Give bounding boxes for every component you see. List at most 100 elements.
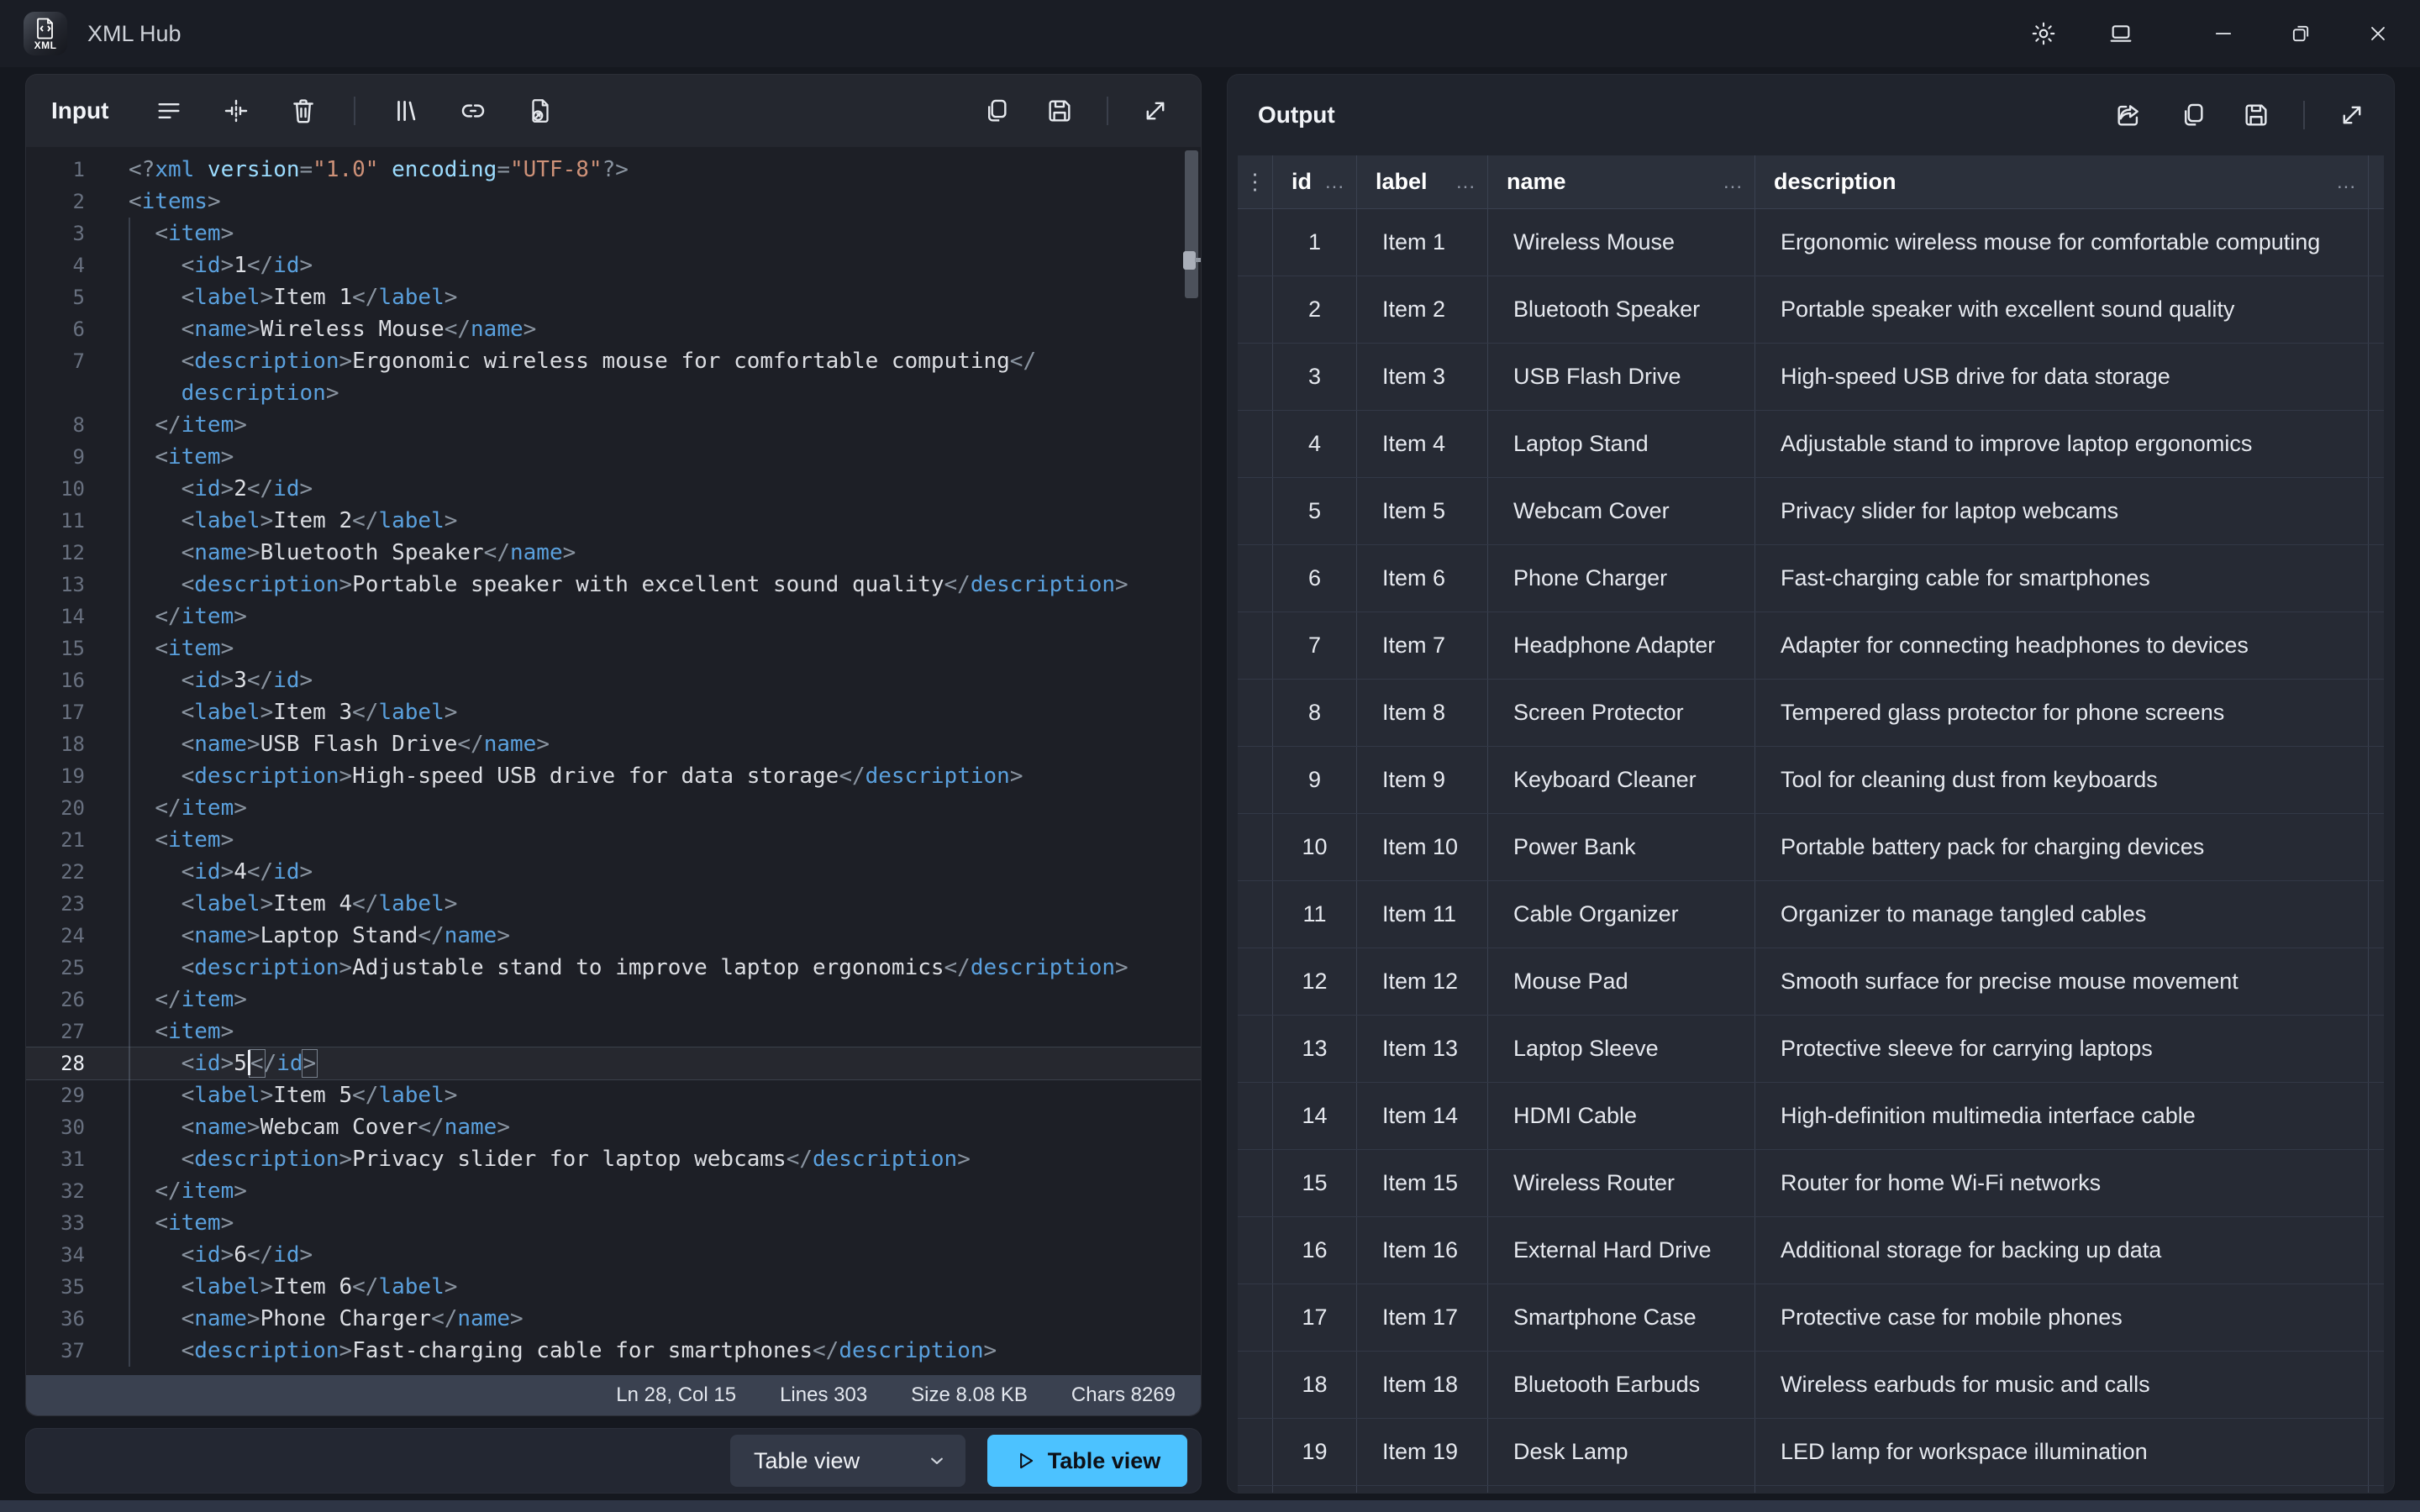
display-mode-button[interactable] — [2099, 12, 2143, 55]
editor-line[interactable]: 27 <item> — [26, 1016, 1201, 1047]
editor-line[interactable]: 32 </item> — [26, 1175, 1201, 1207]
link-button[interactable] — [456, 94, 490, 128]
line-number: 18 — [26, 728, 85, 760]
file-export-button[interactable] — [523, 94, 557, 128]
editor-line[interactable]: 18 <name>USB Flash Drive</name> — [26, 728, 1201, 760]
editor-line[interactable]: 24 <name>Laptop Stand</name> — [26, 920, 1201, 952]
editor-line[interactable]: 25 <description>Adjustable stand to impr… — [26, 952, 1201, 984]
editor-line[interactable]: 19 <description>High-speed USB drive for… — [26, 760, 1201, 792]
line-count: Lines 303 — [780, 1383, 867, 1407]
line-number: 36 — [26, 1303, 85, 1335]
editor-line[interactable]: 23 <label>Item 4</label> — [26, 888, 1201, 920]
table-scroll-gutter — [2369, 344, 2384, 410]
editor-line[interactable]: 13 <description>Portable speaker with ex… — [26, 569, 1201, 601]
cell-description: Protective sleeve for carrying laptops — [1755, 1016, 2369, 1082]
cell-label: Item 16 — [1357, 1217, 1488, 1284]
column-header-name: name... — [1488, 155, 1755, 208]
line-number: 24 — [26, 920, 85, 952]
xml-editor[interactable]: 1<?xml version="1.0" encoding="UTF-8"?>2… — [26, 147, 1201, 1375]
run-table-view-button[interactable]: Table view — [987, 1435, 1187, 1487]
editor-line[interactable]: 35 <label>Item 6</label> — [26, 1271, 1201, 1303]
editor-line[interactable]: 11 <label>Item 2</label> — [26, 505, 1201, 537]
restore-button[interactable] — [2279, 12, 2323, 55]
columns-button[interactable] — [389, 94, 423, 128]
cell-id: 15 — [1273, 1150, 1357, 1216]
save-icon — [2242, 101, 2270, 129]
column-menu-icon[interactable]: ... — [1325, 171, 1344, 194]
column-label: name — [1507, 169, 1566, 195]
columns-icon — [392, 97, 420, 125]
editor-line[interactable]: 28 <id>5</id> — [26, 1047, 1201, 1079]
editor-line[interactable]: 9 <item> — [26, 441, 1201, 473]
editor-line[interactable]: 10 <id>2</id> — [26, 473, 1201, 505]
share-icon — [2114, 101, 2143, 129]
copy-icon — [981, 97, 1010, 125]
editor-line[interactable]: 3 <item> — [26, 218, 1201, 249]
editor-line[interactable]: 2<items> — [26, 186, 1201, 218]
editor-line[interactable]: 37 <description>Fast-charging cable for … — [26, 1335, 1201, 1367]
cell-id: 12 — [1273, 948, 1357, 1015]
editor-line[interactable]: 5 <label>Item 1</label> — [26, 281, 1201, 313]
editor-line[interactable]: 14 </item> — [26, 601, 1201, 633]
editor-line[interactable]: 12 <name>Bluetooth Speaker</name> — [26, 537, 1201, 569]
scrollbar-thumb[interactable] — [1185, 150, 1198, 298]
table-scroll-gutter — [2369, 814, 2384, 880]
save-output-button[interactable] — [2239, 98, 2273, 132]
editor-line[interactable]: 34 <id>6</id> — [26, 1239, 1201, 1271]
column-menu-icon[interactable]: ... — [1723, 171, 1743, 194]
row-handle — [1238, 747, 1273, 813]
editor-line[interactable]: 26 </item> — [26, 984, 1201, 1016]
editor-line[interactable]: 16 <id>3</id> — [26, 664, 1201, 696]
copy-input-button[interactable] — [979, 94, 1013, 128]
editor-line[interactable]: 36 <name>Phone Charger</name> — [26, 1303, 1201, 1335]
cell-id: 17 — [1273, 1284, 1357, 1351]
table-row: 6Item 6Phone ChargerFast-charging cable … — [1238, 545, 2384, 612]
format-button[interactable] — [152, 94, 186, 128]
view-mode-select[interactable]: Table view — [730, 1435, 965, 1487]
editor-line[interactable]: 15 <item> — [26, 633, 1201, 664]
share-output-button[interactable] — [2112, 98, 2145, 132]
cell-name: Bluetooth Earbuds — [1488, 1352, 1755, 1418]
editor-line[interactable]: 7 <description>Ergonomic wireless mouse … — [26, 345, 1201, 377]
expand-input-button[interactable] — [1139, 94, 1172, 128]
cell-name: Webcam Cover — [1488, 478, 1755, 544]
cell-label: Item 1 — [1357, 209, 1488, 276]
delete-button[interactable] — [287, 94, 320, 128]
row-handle — [1238, 411, 1273, 477]
editor-line[interactable]: 6 <name>Wireless Mouse</name> — [26, 313, 1201, 345]
settings-button[interactable] — [2022, 12, 2065, 55]
editor-scrollbar[interactable] — [1185, 150, 1198, 1372]
column-menu-icon[interactable]: ... — [1456, 171, 1476, 194]
table-row-partial — [1238, 1486, 2384, 1493]
editor-line[interactable]: 4 <id>1</id> — [26, 249, 1201, 281]
editor-line[interactable]: 1<?xml version="1.0" encoding="UTF-8"?> — [26, 154, 1201, 186]
cell-id: 16 — [1273, 1217, 1357, 1284]
row-handle — [1238, 478, 1273, 544]
editor-line[interactable]: 30 <name>Webcam Cover</name> — [26, 1111, 1201, 1143]
cell-description: Fast-charging cable for smartphones — [1755, 545, 2369, 612]
editor-line[interactable]: 8 </item> — [26, 409, 1201, 441]
editor-line[interactable]: 33 <item> — [26, 1207, 1201, 1239]
cell-name: Power Bank — [1488, 814, 1755, 880]
expand-output-button[interactable] — [2335, 98, 2369, 132]
close-button[interactable] — [2356, 12, 2400, 55]
table-kebab-icon[interactable]: ⋮ — [1238, 155, 1273, 208]
editor-line[interactable]: 29 <label>Item 5</label> — [26, 1079, 1201, 1111]
line-number: 23 — [26, 888, 85, 920]
toolbar-divider — [354, 97, 355, 125]
row-handle — [1238, 948, 1273, 1015]
column-menu-icon[interactable]: ... — [2337, 171, 2356, 194]
minimize-button[interactable] — [2202, 12, 2245, 55]
editor-line[interactable]: 22 <id>4</id> — [26, 856, 1201, 888]
save-input-button[interactable] — [1043, 94, 1076, 128]
editor-line[interactable]: 21 <item> — [26, 824, 1201, 856]
editor-line[interactable]: 20 </item> — [26, 792, 1201, 824]
table-scroll-gutter — [2369, 612, 2384, 679]
table-row: 8Item 8Screen ProtectorTempered glass pr… — [1238, 680, 2384, 747]
cell-id: 13 — [1273, 1016, 1357, 1082]
editor-line[interactable]: 31 <description>Privacy slider for lapto… — [26, 1143, 1201, 1175]
copy-output-button[interactable] — [2175, 98, 2209, 132]
editor-line[interactable]: 17 <label>Item 3</label> — [26, 696, 1201, 728]
minify-button[interactable] — [219, 94, 253, 128]
editor-line[interactable]: description> — [26, 377, 1201, 409]
